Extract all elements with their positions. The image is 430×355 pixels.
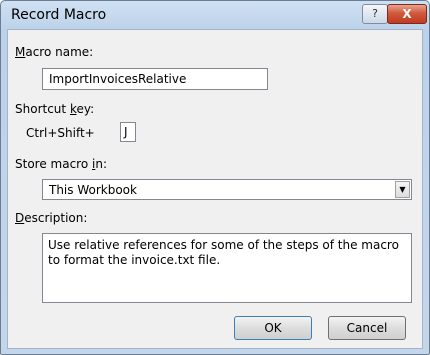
store-macro-in-select[interactable]: This Workbook ▼ <box>42 179 412 200</box>
shortcut-key-label: Shortcut key: <box>15 102 95 116</box>
ok-button[interactable]: OK <box>234 316 312 340</box>
record-macro-dialog: Record Macro ? X Macro name: ImportInvoi… <box>0 0 430 355</box>
shortcut-key-input[interactable]: J <box>120 122 136 142</box>
shortcut-prefix-text: Ctrl+Shift+ <box>26 126 95 140</box>
description-label: Description: <box>15 211 88 225</box>
macro-name-input[interactable]: ImportInvoicesRelative <box>42 68 268 90</box>
help-icon: ? <box>372 7 378 20</box>
cancel-button[interactable]: Cancel <box>328 316 406 340</box>
close-button[interactable]: X <box>387 4 427 24</box>
store-macro-in-value: This Workbook <box>49 183 137 197</box>
close-icon: X <box>402 7 412 21</box>
macro-name-label: Macro name: <box>15 45 94 59</box>
help-button[interactable]: ? <box>362 4 388 24</box>
store-macro-in-label: Store macro in: <box>15 157 107 171</box>
chevron-down-icon[interactable]: ▼ <box>395 181 410 198</box>
dialog-body: Macro name: ImportInvoicesRelative Short… <box>7 29 423 349</box>
dialog-title: Record Macro <box>11 7 107 23</box>
description-textarea[interactable]: Use relative references for some of the … <box>42 233 412 303</box>
